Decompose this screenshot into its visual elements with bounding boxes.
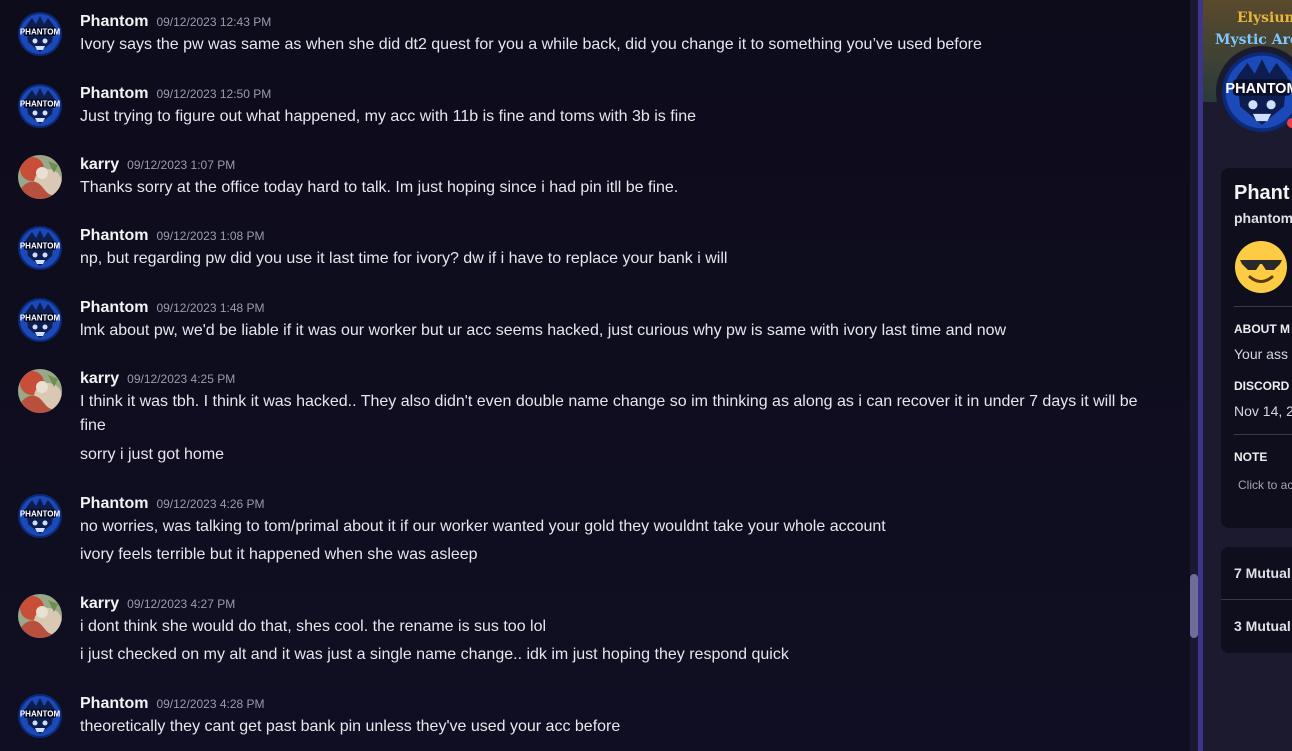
profile-separator	[1234, 306, 1292, 307]
about-me-text: Your ass	[1234, 346, 1288, 362]
author-name[interactable]: karry	[80, 370, 119, 387]
message-author[interactable]: Phantom 09/12/2023 1:08 PM	[80, 226, 265, 246]
message-text: np, but regarding pw did you use it last…	[80, 250, 728, 267]
karry-avatar-icon[interactable]	[18, 369, 62, 413]
message-author[interactable]: karry 09/12/2023 4:25 PM	[80, 369, 235, 389]
message-author[interactable]: Phantom 09/12/2023 12:43 PM	[80, 12, 271, 32]
svg-text:PHANTOM: PHANTOM	[20, 28, 61, 37]
author-name[interactable]: karry	[80, 595, 119, 612]
phantom-avatar-icon[interactable]: PHANTOM	[18, 298, 62, 342]
profile-username: phantom	[1234, 210, 1292, 226]
svg-text:PHANTOM: PHANTOM	[20, 710, 61, 719]
member-since-value: Nov 14, 2	[1234, 403, 1292, 419]
note-input[interactable]: Click to ac	[1238, 478, 1292, 492]
author-name[interactable]: Phantom	[80, 227, 148, 244]
message-text: I think it was tbh. I think it was hacke…	[80, 393, 1138, 434]
status-dnd-icon	[1287, 118, 1292, 128]
svg-text:PHANTOM: PHANTOM	[20, 100, 61, 109]
message-text: Thanks sorry at the office today hard to…	[80, 179, 679, 196]
scrollbar[interactable]	[1190, 0, 1198, 751]
mutual-card: 7 Mutual 3 Mutual	[1221, 547, 1292, 653]
phantom-avatar-icon: PHANTOM	[1222, 52, 1292, 132]
message-text: i just checked on my alt and it was just…	[80, 646, 789, 663]
karry-avatar-icon[interactable]	[18, 594, 62, 638]
message-text: ivory feels terrible but it happened whe…	[80, 546, 478, 563]
phantom-avatar-icon[interactable]: PHANTOM	[18, 12, 62, 56]
profile-separator	[1234, 434, 1292, 435]
message-text: i dont think she would do that, shes coo…	[80, 618, 547, 635]
message-author[interactable]: Phantom 09/12/2023 4:26 PM	[80, 494, 265, 514]
chat-messages: PHANTOM Phantom 09/12/2023 12:43 PM Ivory …	[0, 0, 1190, 751]
user-profile-panel: Elysium Mystic Are PHANTOM Phant phantom	[1203, 0, 1292, 751]
message-timestamp: 09/12/2023 12:50 PM	[156, 87, 272, 101]
scroll-thumb[interactable]	[1190, 574, 1198, 638]
message-author[interactable]: karry 09/12/2023 4:27 PM	[80, 594, 235, 614]
message-timestamp: 09/12/2023 1:48 PM	[156, 301, 265, 315]
note-heading: NOTE	[1234, 450, 1268, 464]
message-text: Just trying to figure out what happened,…	[80, 108, 697, 125]
message-author[interactable]: Phantom 09/12/2023 4:28 PM	[80, 694, 265, 714]
mutual-friends-button[interactable]: 3 Mutual	[1221, 600, 1292, 652]
author-name[interactable]: Phantom	[80, 495, 148, 512]
phantom-avatar-icon[interactable]: PHANTOM	[18, 494, 62, 538]
mutual-servers-button[interactable]: 7 Mutual	[1221, 547, 1292, 599]
phantom-avatar-icon[interactable]: PHANTOM	[18, 694, 62, 738]
sunglasses-emoji-icon	[1235, 241, 1287, 293]
message-text: no worries, was talking to tom/primal ab…	[80, 518, 886, 535]
message-text: Ivory says the pw was same as when she d…	[80, 36, 982, 53]
message-text: sorry i just got home	[80, 446, 225, 463]
svg-text:PHANTOM: PHANTOM	[20, 510, 61, 519]
message-text: lmk about pw, we'd be liable if it was o…	[80, 322, 1007, 339]
about-me-heading: ABOUT M	[1234, 322, 1290, 336]
profile-avatar[interactable]: PHANTOM	[1216, 46, 1292, 138]
message-timestamp: 09/12/2023 1:07 PM	[127, 158, 236, 172]
svg-text:PHANTOM: PHANTOM	[20, 314, 61, 323]
message-author[interactable]: Phantom 09/12/2023 1:48 PM	[80, 298, 265, 318]
member-since-heading: DISCORD	[1234, 379, 1290, 393]
phantom-avatar-icon[interactable]: PHANTOM	[18, 84, 62, 128]
message-timestamp: 09/12/2023 4:27 PM	[127, 597, 236, 611]
mutual-servers-label: 7 Mutual	[1234, 565, 1291, 581]
author-name[interactable]: Phantom	[80, 695, 148, 712]
banner-text: Elysium	[1237, 10, 1292, 26]
author-name[interactable]: karry	[80, 156, 119, 173]
message-timestamp: 09/12/2023 4:25 PM	[127, 372, 236, 386]
message-timestamp: 09/12/2023 1:08 PM	[156, 229, 265, 243]
svg-text:PHANTOM: PHANTOM	[1225, 81, 1292, 97]
message-timestamp: 09/12/2023 12:43 PM	[156, 15, 272, 29]
phantom-avatar-icon[interactable]: PHANTOM	[18, 226, 62, 270]
message-author[interactable]: karry 09/12/2023 1:07 PM	[80, 155, 235, 175]
banner-text: Mystic Are	[1215, 32, 1292, 48]
svg-text:PHANTOM: PHANTOM	[20, 242, 61, 251]
message-text: theoretically they cant get past bank pi…	[80, 718, 621, 735]
karry-avatar-icon[interactable]	[18, 155, 62, 199]
mutual-friends-label: 3 Mutual	[1234, 618, 1291, 634]
profile-card: Phant phantom ABOUT M Your ass DISCORD N…	[1221, 168, 1292, 528]
message-timestamp: 09/12/2023 4:28 PM	[156, 697, 265, 711]
author-name[interactable]: Phantom	[80, 85, 148, 102]
message-author[interactable]: Phantom 09/12/2023 12:50 PM	[80, 84, 271, 104]
profile-display-name: Phant	[1234, 182, 1290, 204]
author-name[interactable]: Phantom	[80, 13, 148, 30]
author-name[interactable]: Phantom	[80, 299, 148, 316]
message-timestamp: 09/12/2023 4:26 PM	[156, 497, 265, 511]
